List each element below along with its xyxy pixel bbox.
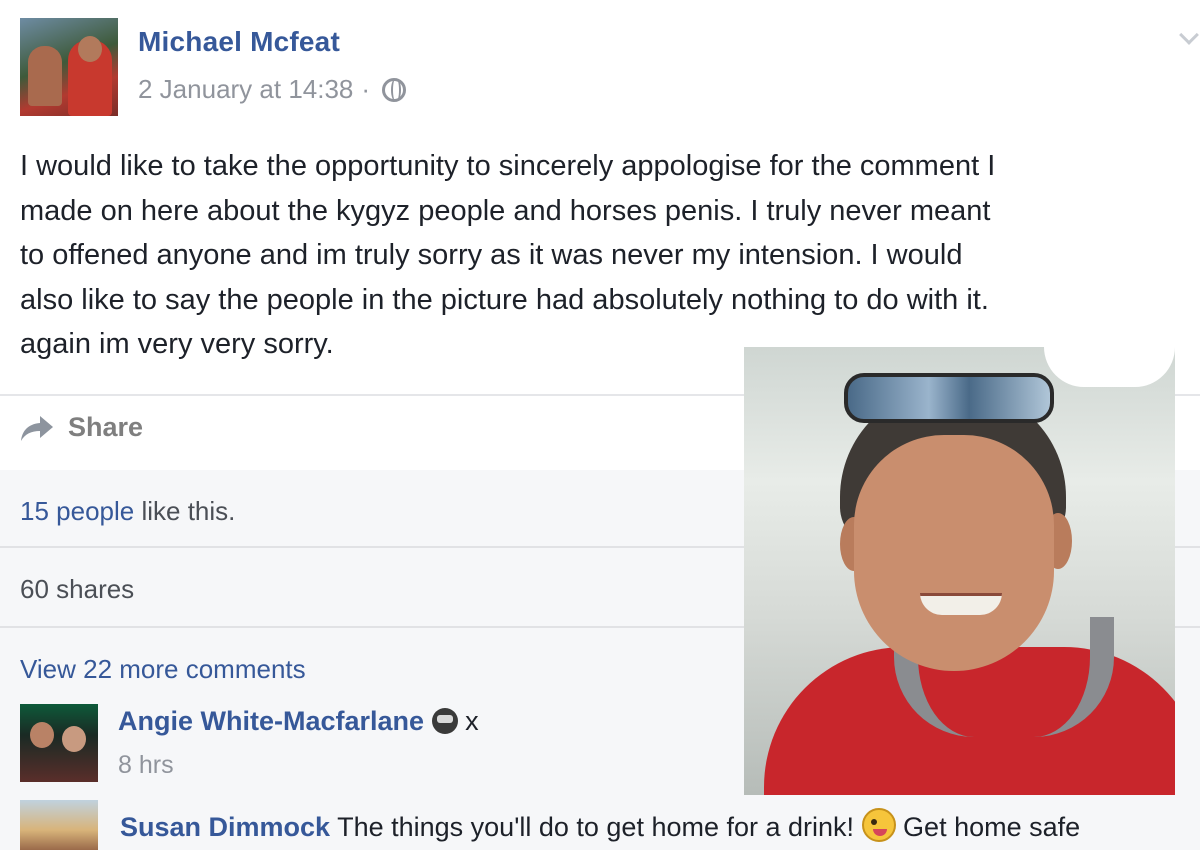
avatar-head xyxy=(78,36,102,62)
inset-portrait-photo xyxy=(744,347,1175,795)
comment-author-name[interactable]: Susan Dimmock xyxy=(120,812,330,842)
globe-icon[interactable] xyxy=(382,77,407,102)
see-no-evil-monkey-icon xyxy=(431,708,458,734)
view-more-comments-link[interactable]: View 22 more comments xyxy=(20,654,306,685)
author-avatar[interactable] xyxy=(20,18,118,116)
photo-face xyxy=(854,435,1054,671)
comment-author-name[interactable]: Angie White-Macfarlane xyxy=(118,706,424,736)
photo-lamp xyxy=(1044,347,1175,387)
winking-tongue-face-icon xyxy=(861,808,896,842)
post-body: I would like to take the opportunity to … xyxy=(20,144,1195,367)
share-button[interactable]: Share xyxy=(20,412,143,443)
shares-count[interactable]: 60 shares xyxy=(20,574,134,605)
commenter-avatar[interactable] xyxy=(20,800,98,850)
share-arrow-icon xyxy=(20,414,54,442)
post-body-line: made on here about the kygyz people and … xyxy=(20,194,991,227)
comment-author: Angie White-Macfarlane x xyxy=(118,706,479,737)
likes-text: like this. xyxy=(134,496,236,526)
sunglasses xyxy=(844,373,1054,423)
comment-text: The things you'll do to get home for a d… xyxy=(330,812,862,842)
avatar-figure-left xyxy=(28,46,62,106)
post-body-line: also like to say the people in the pictu… xyxy=(20,283,989,316)
comment-text: x xyxy=(457,706,479,736)
post-timestamp[interactable]: 2 January at 14:38 xyxy=(138,74,353,105)
avatar-face xyxy=(30,722,54,748)
likes-summary: 15 people like this. xyxy=(20,496,235,527)
comment-timestamp[interactable]: 8 hrs xyxy=(118,751,174,780)
share-label: Share xyxy=(68,412,144,442)
meta-separator: · xyxy=(361,74,371,104)
commenter-avatar[interactable] xyxy=(20,704,98,782)
author-name[interactable]: Michael Mcfeat xyxy=(138,26,340,58)
post-body-line: I would like to take the opportunity to … xyxy=(20,150,996,182)
post-body-line: to offened anyone and im truly sorry as … xyxy=(20,239,963,271)
photo-smile xyxy=(920,593,1002,615)
chevron-down-icon[interactable] xyxy=(1179,25,1199,45)
avatar-face xyxy=(62,726,86,752)
likes-link[interactable]: 15 people xyxy=(20,496,134,526)
post-meta: 2 January at 14:38 · xyxy=(138,74,407,105)
comment-author: Susan Dimmock The things you'll do to ge… xyxy=(120,808,1080,843)
comment-text: Get home safe xyxy=(895,812,1081,842)
